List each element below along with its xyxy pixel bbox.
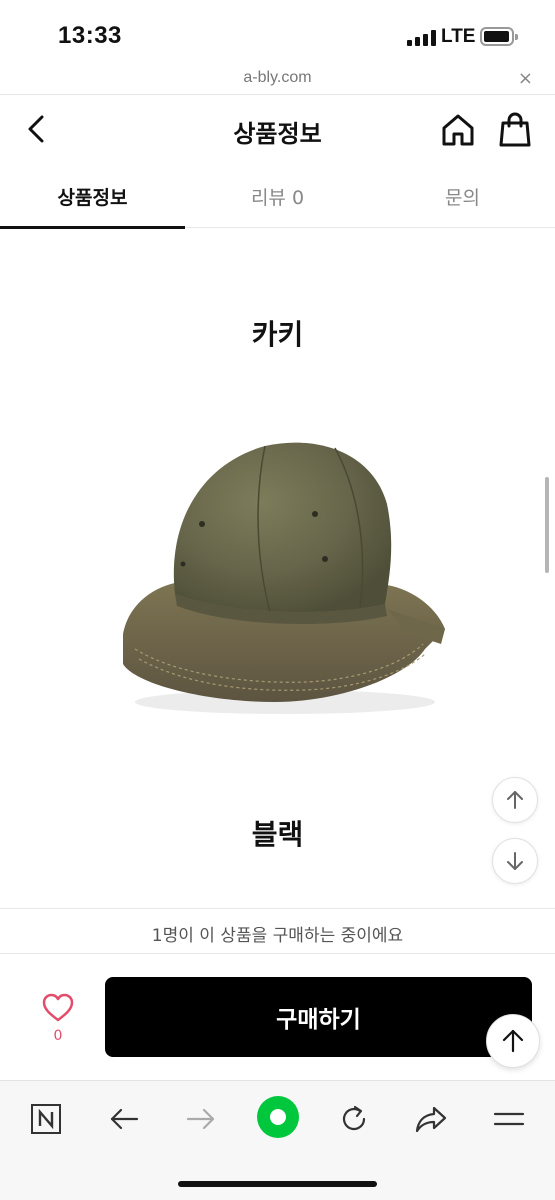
url-bar[interactable]: a-bly.com × — [0, 66, 555, 95]
product-tabs: 상품정보 리뷰 0 문의 — [0, 164, 555, 229]
reload-icon[interactable] — [336, 1101, 372, 1137]
color-label-khaki: 카키 — [251, 318, 304, 351]
menu-icon[interactable] — [491, 1101, 527, 1137]
arrow-up-icon — [507, 791, 523, 809]
browser-toolbar — [0, 1080, 555, 1200]
naver-icon[interactable] — [28, 1101, 64, 1137]
network-type: LTE — [441, 26, 476, 47]
back-arrow-icon[interactable] — [106, 1101, 142, 1137]
signal-icon — [407, 30, 437, 46]
share-icon[interactable] — [413, 1101, 449, 1137]
color-label-black: 블랙 — [251, 818, 304, 851]
status-time: 13:33 — [58, 22, 122, 49]
url-text[interactable]: a-bly.com — [0, 69, 555, 87]
app-header: 상품정보 — [0, 96, 555, 164]
home-indicator — [178, 1181, 377, 1187]
arrow-down-icon — [507, 852, 523, 870]
page-scrollbar[interactable] — [545, 477, 549, 573]
scroll-to-top-button[interactable] — [486, 1014, 540, 1068]
battery-icon — [480, 27, 518, 46]
purchase-activity-text: 1명이 이 상품을 구매하는 중이에요 — [151, 926, 404, 946]
buy-bar: 0 구매하기 — [0, 955, 555, 1080]
home-icon[interactable] — [440, 112, 476, 148]
product-image — [123, 442, 445, 714]
close-icon[interactable]: × — [518, 68, 533, 89]
like-count: 0 — [53, 1028, 63, 1044]
tab-product-info[interactable]: 상품정보 — [0, 164, 185, 229]
buy-button[interactable]: 구매하기 — [105, 977, 532, 1057]
product-detail-content: 카키 블랙 — [0, 229, 555, 907]
purchase-activity-banner: 1명이 이 상품을 구매하는 중이에요 — [0, 908, 555, 954]
heart-icon[interactable] — [42, 993, 74, 1023]
green-dot-icon[interactable] — [256, 1095, 300, 1139]
tab-inquiry[interactable]: 문의 — [370, 164, 555, 228]
bag-icon[interactable] — [498, 112, 532, 148]
tab-reviews[interactable]: 리뷰 0 — [185, 164, 370, 228]
forward-arrow-icon[interactable] — [183, 1101, 219, 1137]
status-bar: 13:33 LTE — [0, 0, 555, 66]
arrow-up-icon — [502, 1029, 524, 1053]
